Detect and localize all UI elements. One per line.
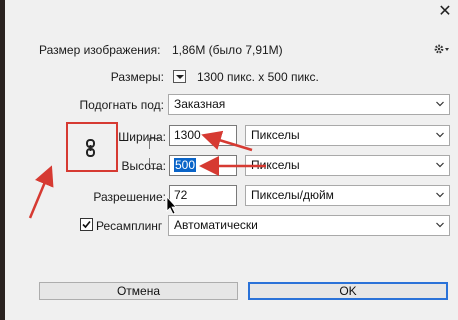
annotation-arrow-width (201, 130, 253, 152)
annotation-arrow-chain (28, 165, 54, 219)
mouse-cursor-icon (166, 195, 177, 215)
